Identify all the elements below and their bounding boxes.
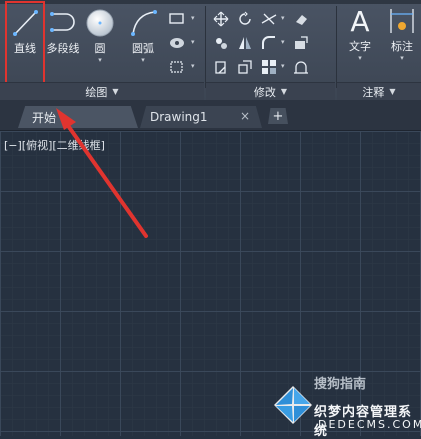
copy-icon[interactable] <box>212 34 230 52</box>
new-tab-button[interactable]: + <box>268 108 288 124</box>
polyline-icon <box>50 12 75 32</box>
offset-icon[interactable] <box>292 58 310 76</box>
chevron-down-icon[interactable]: ▾ <box>98 56 102 64</box>
text-tool-label: 文字 <box>349 40 371 53</box>
array-icon[interactable] <box>260 58 278 76</box>
text-tool-button[interactable]: A 文字 ▾ <box>342 4 378 62</box>
trim-icon[interactable] <box>260 10 278 28</box>
tab-drawing1-label: Drawing1 <box>150 110 208 124</box>
arc-icon <box>131 10 157 36</box>
watermark-logo <box>274 386 312 424</box>
annotate-group-label[interactable]: 注释 ▼ <box>337 82 421 100</box>
mirror-icon[interactable] <box>236 34 254 52</box>
dimension-tool-button[interactable]: 标注 ▾ <box>384 6 420 62</box>
arc-tool-button[interactable]: 圆弧 ▾ <box>124 8 162 64</box>
chevron-down-icon[interactable]: ▾ <box>400 54 404 62</box>
tab-drawing1[interactable]: Drawing1 × <box>140 106 262 128</box>
chevron-down-icon[interactable]: ▾ <box>281 14 285 22</box>
boundary-icon[interactable] <box>168 58 186 76</box>
close-icon[interactable]: × <box>240 109 250 123</box>
group-separator <box>336 6 337 88</box>
rectangle-icon[interactable] <box>168 10 186 28</box>
chevron-down-icon[interactable]: ▾ <box>191 38 195 46</box>
modify-group-label[interactable]: 修改 ▼ <box>206 82 335 100</box>
hatch-icon[interactable] <box>168 34 186 52</box>
chevron-down-icon: ▼ <box>389 87 396 96</box>
rotate-icon[interactable] <box>236 10 254 28</box>
watermark-sub: 搜狗指南 <box>314 377 367 392</box>
line-tool-highlight-box <box>5 1 45 87</box>
chevron-down-icon: ▼ <box>112 87 119 96</box>
chevron-down-icon[interactable]: ▾ <box>141 56 145 64</box>
stretch-icon[interactable] <box>212 58 230 76</box>
tab-start-label: 开始 <box>32 110 57 125</box>
scale-icon[interactable] <box>236 58 254 76</box>
chevron-down-icon[interactable]: ▾ <box>358 54 362 62</box>
svg-text:A: A <box>350 5 369 36</box>
dimension-icon <box>390 9 414 33</box>
polyline-tool-button[interactable]: 多段线 <box>44 8 82 56</box>
chevron-down-icon: ▼ <box>280 87 288 96</box>
chevron-down-icon[interactable]: ▾ <box>191 14 195 22</box>
tab-start[interactable]: 开始 <box>18 106 138 128</box>
erase-icon[interactable] <box>292 10 310 28</box>
dimension-tool-label: 标注 <box>391 40 413 53</box>
move-icon[interactable] <box>212 10 230 28</box>
text-icon: A <box>350 5 369 36</box>
circle-tool-button[interactable]: 圆 ▾ <box>84 8 116 64</box>
fillet-icon[interactable] <box>260 34 278 52</box>
circle-icon <box>86 9 114 37</box>
watermark-url: DEDECMS.COM <box>318 418 421 431</box>
arc-tool-label: 圆弧 <box>132 42 154 55</box>
viewport-controls-label[interactable]: [−][俯视][二维线框] <box>4 137 105 153</box>
circle-tool-label: 圆 <box>94 42 106 55</box>
chevron-down-icon[interactable]: ▾ <box>281 62 285 70</box>
polyline-tool-label: 多段线 <box>46 42 80 55</box>
chevron-down-icon[interactable]: ▾ <box>281 38 285 46</box>
file-tab-bar: 开始 Drawing1 × + <box>0 100 421 131</box>
chevron-down-icon[interactable]: ▾ <box>191 62 195 70</box>
draw-group-label[interactable]: 绘图 ▼ <box>0 82 204 100</box>
explode-icon[interactable] <box>292 34 310 52</box>
group-separator <box>205 6 206 88</box>
ribbon-panel: 直线 多段线 圆 ▾ 圆弧 ▾ ▾ ▾ ▾ ▾ ▾ ▾ A 文字 ▾ 标注 ▾ … <box>0 0 421 101</box>
